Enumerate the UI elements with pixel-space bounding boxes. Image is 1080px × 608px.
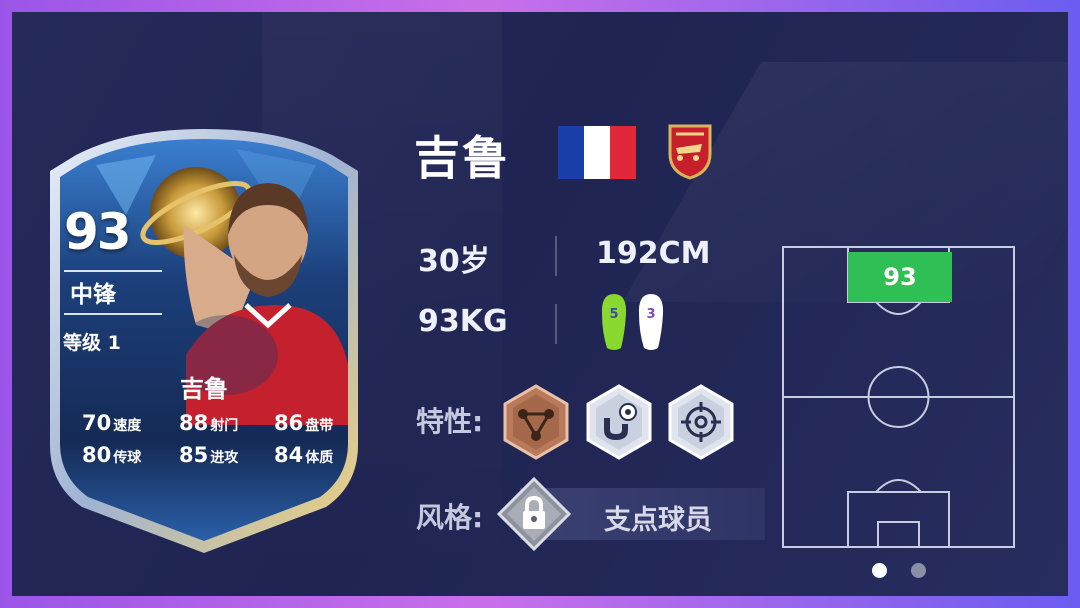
stat-label: 传球: [113, 450, 142, 466]
card-position: 中锋: [70, 282, 116, 308]
card-stat-shooting: 88 射门: [179, 411, 238, 435]
stat-value: 70: [82, 411, 112, 435]
stat-value: 86: [274, 411, 304, 435]
right-foot-rating: 3: [646, 307, 655, 322]
card-stat-pace: 70 速度: [82, 411, 141, 435]
info-separator: [555, 236, 557, 276]
card-overall-rating: 93: [64, 203, 132, 261]
info-separator: [555, 304, 557, 344]
card-stat-dribbling: 86 盘带: [274, 411, 333, 435]
card-player-name: 吉鲁: [180, 375, 228, 403]
stat-value: 84: [274, 443, 304, 467]
left-foot-icon: 5: [601, 294, 627, 350]
network-trait-icon[interactable]: [501, 384, 571, 460]
france-flag-icon: [558, 126, 636, 179]
stat-value: 88: [179, 411, 209, 435]
stat-label: 射门: [210, 418, 239, 434]
right-foot-icon: 3: [638, 294, 664, 350]
lock-icon: [497, 477, 571, 551]
card-stat-attacking: 85 进攻: [179, 443, 238, 467]
left-foot-rating: 5: [609, 307, 618, 322]
card-divider: [64, 313, 162, 315]
arsenal-crest-icon[interactable]: [666, 122, 714, 180]
stat-label: 盘带: [305, 418, 334, 434]
magnet-ball-trait-icon[interactable]: [584, 384, 654, 460]
play-style-value: 支点球员: [604, 505, 712, 536]
style-label: 风格:: [416, 501, 484, 534]
stat-label: 进攻: [210, 450, 239, 466]
player-name-title: 吉鲁: [414, 131, 510, 185]
crosshair-trait-icon[interactable]: [666, 384, 736, 460]
player-age: 30岁: [418, 244, 490, 279]
page-dot[interactable]: [911, 563, 926, 578]
page-dot-active[interactable]: [872, 563, 887, 578]
flag-stripe: [584, 126, 610, 179]
flag-stripe: [558, 126, 584, 179]
player-card[interactable]: 93 中锋 等级 1 吉鲁 70 速度 88 射门 86 盘带 80 传球 85 进攻 8…: [36, 125, 372, 557]
card-level: 等级 1: [63, 332, 121, 354]
stat-label: 体质: [305, 450, 334, 466]
player-weight: 93KG: [418, 304, 508, 339]
stat-value: 80: [82, 443, 112, 467]
card-stat-physical: 84 体质: [274, 443, 333, 467]
card-stat-passing: 80 传球: [82, 443, 141, 467]
stat-label: 速度: [113, 418, 142, 434]
player-height: 192CM: [596, 236, 711, 271]
flag-stripe: [610, 126, 636, 179]
stat-value: 85: [179, 443, 209, 467]
card-divider: [64, 270, 162, 272]
traits-label: 特性:: [416, 405, 484, 438]
position-rating-badge: 93: [848, 252, 952, 302]
